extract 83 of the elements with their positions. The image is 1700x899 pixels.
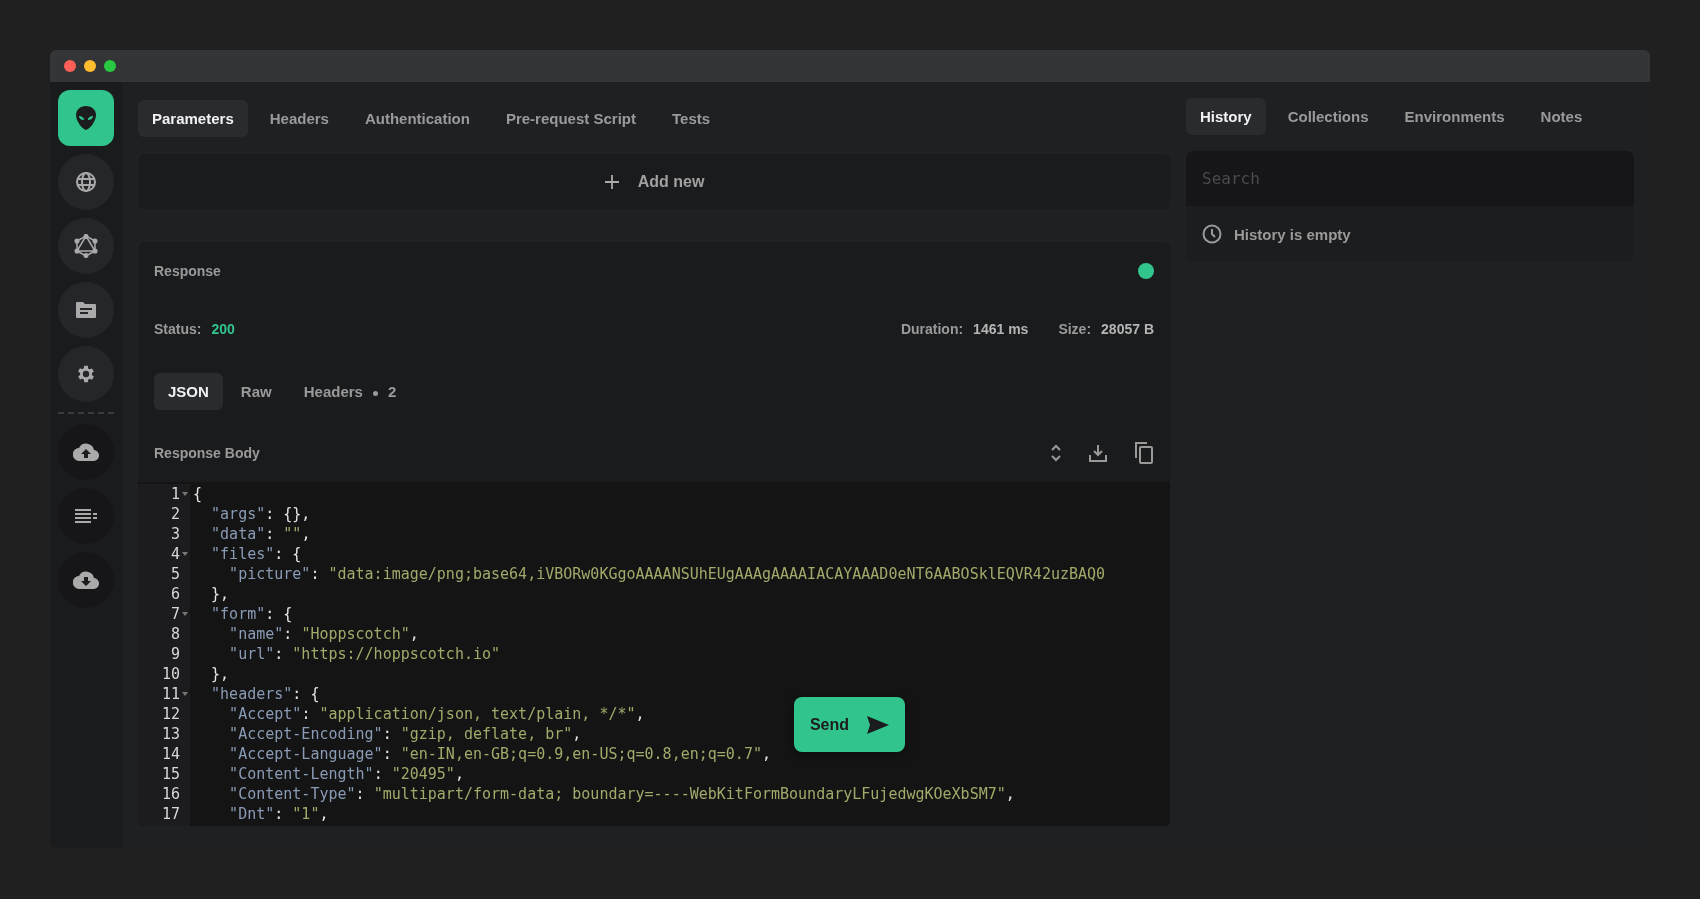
fold-icon[interactable] — [182, 612, 188, 616]
response-title: Response — [154, 263, 221, 279]
code-line: "Content-Length": "20495", — [228, 764, 464, 784]
send-button[interactable]: Send — [794, 697, 905, 752]
line-number: 3 — [170, 524, 180, 544]
line-number: 8 — [170, 624, 180, 644]
view-tab[interactable]: JSON — [154, 373, 223, 410]
side-tab[interactable]: Notes — [1526, 98, 1597, 135]
line-number: 13 — [161, 724, 180, 744]
line-number: 10 — [161, 664, 180, 684]
fold-icon[interactable] — [182, 552, 188, 556]
status-dot — [1138, 263, 1154, 279]
fold-icon[interactable] — [182, 492, 188, 496]
view-tab[interactable]: Headers 2 — [289, 373, 411, 410]
request-tab[interactable]: Pre-request Script — [491, 100, 650, 137]
folder-icon — [75, 301, 97, 319]
line-number: 5 — [170, 564, 180, 584]
side-tab[interactable]: Environments — [1390, 98, 1519, 135]
expand-button[interactable] — [1050, 443, 1062, 463]
response-body-title: Response Body — [154, 445, 260, 461]
globe-icon — [75, 171, 97, 193]
line-number: 7 — [170, 604, 180, 624]
plus-icon — [603, 173, 620, 190]
code-line: }, — [210, 664, 230, 684]
code-line: "form": { — [210, 604, 293, 624]
settings-icon — [75, 363, 97, 385]
list-icon — [75, 509, 97, 523]
cloud-download-icon — [73, 571, 99, 589]
duration-label: Duration: — [900, 321, 964, 337]
alien-logo-button[interactable] — [58, 90, 114, 146]
graph-icon — [74, 234, 98, 258]
download-button[interactable] — [1088, 443, 1108, 463]
line-number: 9 — [170, 644, 180, 664]
size-label: Size: — [1058, 321, 1092, 337]
code-line: "data": "", — [210, 524, 311, 544]
request-tab[interactable]: Headers — [255, 100, 343, 137]
request-tab[interactable]: Parameters — [138, 100, 248, 137]
code-line: "Content-Type": "multipart/form-data; boundary=----WebKitFormBoundaryLFujedwgKOeXbSM7", — [228, 784, 1015, 804]
line-number: 4 — [170, 544, 180, 564]
close-light[interactable] — [64, 60, 76, 72]
status-label: Status: — [154, 321, 202, 337]
line-number: 15 — [161, 764, 180, 784]
code-line: "url": "https://hoppscotch.io" — [228, 644, 501, 664]
code-line: "files": { — [210, 544, 302, 564]
alien-icon — [75, 105, 97, 131]
copy-button[interactable] — [1134, 442, 1154, 464]
cloud-upload-icon — [73, 443, 99, 461]
code-line: "headers": { — [210, 684, 320, 704]
code-line: "args": {}, — [210, 504, 311, 524]
line-number: 14 — [161, 744, 180, 764]
zoom-light[interactable] — [104, 60, 116, 72]
download-icon — [1088, 443, 1108, 463]
add-new-button[interactable]: Add new — [138, 154, 1170, 209]
line-number: 6 — [170, 584, 180, 604]
status-code: 200 — [211, 321, 235, 337]
line-number: 17 — [161, 804, 180, 824]
side-tab[interactable]: History — [1186, 98, 1266, 135]
clock-icon — [1202, 224, 1222, 244]
copy-icon — [1134, 442, 1154, 464]
fold-icon[interactable] — [182, 692, 188, 696]
line-number: 12 — [161, 704, 180, 724]
send-icon — [867, 715, 890, 734]
size-value: 28057 B — [1101, 321, 1154, 337]
code-line: }, — [210, 584, 230, 604]
duration-value: 1461 ms — [973, 321, 1029, 337]
line-number: 16 — [161, 784, 180, 804]
request-tab[interactable]: Authentication — [350, 100, 484, 137]
code-line: "Accept-Encoding": "gzip, deflate, br", — [228, 724, 582, 744]
line-number: 11 — [161, 684, 180, 704]
request-tab[interactable]: Tests — [658, 100, 725, 137]
line-number: 1 — [170, 484, 180, 504]
empty-message: History is empty — [1234, 225, 1351, 243]
minimize-light[interactable] — [84, 60, 96, 72]
line-number: 2 — [170, 504, 180, 524]
side-tab[interactable]: Collections — [1273, 98, 1383, 135]
view-tab[interactable]: Raw — [226, 373, 286, 410]
code-line: "Accept-Language": "en-IN,en-GB;q=0.9,en-US;q=0.8,en;q=0.7", — [228, 744, 771, 764]
code-line: "Dnt": "1", — [228, 804, 329, 824]
expand-icon — [1050, 443, 1062, 463]
code-line: { — [193, 484, 203, 504]
code-line: "picture": "data:image/png;base64,iVBORw0KGgoAAAANSUhEUgAAAgAAAAIACAYAAAD0eNT6AABOSklEQVR42uzBAQ0 — [228, 564, 1106, 584]
code-line: "name": "Hoppscotch", — [228, 624, 419, 644]
code-line: "Accept": "application/json, text/plain, */*", — [228, 704, 645, 724]
